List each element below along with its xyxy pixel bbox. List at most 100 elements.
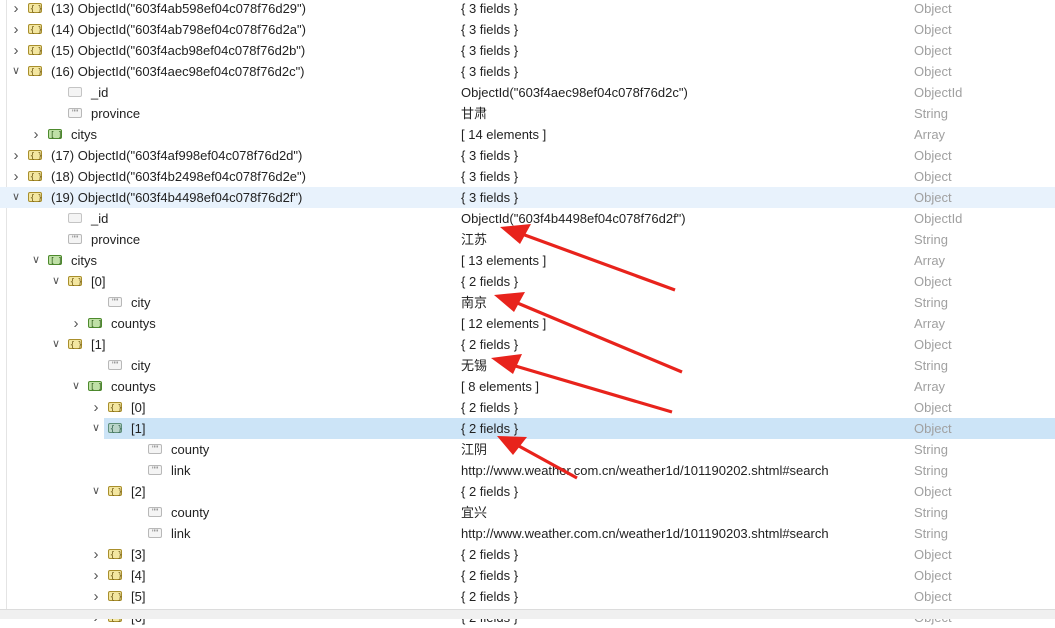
tree-row[interactable]: › (15) ObjectId("603f4acb98ef04c078f76d2b… (0, 40, 1055, 61)
tree-row[interactable]: city 无锡 String (0, 355, 1055, 376)
tree-row[interactable]: link http://www.weather.com.cn/weather1d/… (0, 523, 1055, 544)
tree-row[interactable]: link http://www.weather.com.cn/weather1d/… (0, 460, 1055, 481)
string-icon (148, 439, 162, 460)
tree-row[interactable]: ∨ (19) ObjectId("603f4b4498ef04c078f76d2f… (0, 187, 1055, 208)
field-key: (17) ObjectId("603f4af998ef04c078f76d2d"… (51, 148, 303, 163)
field-value: 南京 (461, 295, 488, 310)
chevron-right-icon[interactable]: › (10, 145, 22, 166)
chevron-down-icon[interactable]: ∨ (90, 481, 102, 502)
field-key: province (91, 232, 141, 247)
tree-row[interactable]: province 甘肃 String (0, 103, 1055, 124)
tree-row[interactable]: ∨ [1] { 2 fields } Object (0, 334, 1055, 355)
field-type: Object (914, 589, 952, 604)
chevron-right-icon[interactable]: › (10, 166, 22, 187)
field-value: [ 13 elements ] (461, 253, 547, 268)
field-type: String (914, 505, 948, 520)
chevron-right-icon[interactable]: › (10, 0, 22, 19)
tree-row[interactable]: county 宜兴 String (0, 502, 1055, 523)
tree-row[interactable]: › (17) ObjectId("603f4af998ef04c078f76d2d… (0, 145, 1055, 166)
tree-row[interactable]: ∨ countys [ 8 elements ] Array (0, 376, 1055, 397)
chevron-right-icon[interactable]: › (90, 397, 102, 418)
field-type: ObjectId (914, 211, 963, 226)
field-key: [4] (131, 568, 146, 583)
string-icon (148, 460, 162, 481)
field-value: [ 8 elements ] (461, 379, 540, 394)
chevron-right-icon[interactable]: › (10, 19, 22, 40)
chevron-down-icon[interactable]: ∨ (50, 271, 62, 292)
tree-row[interactable]: _id ObjectId("603f4b4498ef04c078f76d2f") O… (0, 208, 1055, 229)
field-key: [0] (131, 400, 146, 415)
tree-row[interactable]: › [4] { 2 fields } Object (0, 565, 1055, 586)
field-key: countys (111, 316, 156, 331)
horizontal-scrollbar[interactable] (0, 609, 1055, 619)
field-key: _id (91, 85, 109, 100)
field-value: [ 14 elements ] (461, 127, 547, 142)
field-value: 江阴 (461, 442, 488, 457)
field-value: { 3 fields } (461, 1, 519, 16)
array-icon (48, 124, 62, 145)
chevron-right-icon[interactable]: › (70, 313, 82, 334)
chevron-right-icon[interactable]: › (90, 565, 102, 586)
chevron-right-icon[interactable]: › (10, 40, 22, 61)
field-value: { 2 fields } (461, 547, 519, 562)
field-key: (16) ObjectId("603f4aec98ef04c078f76d2c"… (51, 64, 305, 79)
field-type: Object (914, 421, 952, 436)
field-type: Object (914, 568, 952, 583)
tree-row[interactable]: › countys [ 12 elements ] Array (0, 313, 1055, 334)
field-type: String (914, 526, 948, 541)
chevron-right-icon[interactable]: › (30, 124, 42, 145)
tree-row[interactable]: › (14) ObjectId("603f4ab798ef04c078f76d2a… (0, 19, 1055, 40)
tree-row[interactable]: › [5] { 2 fields } Object (0, 586, 1055, 607)
field-type: Object (914, 484, 952, 499)
tree-row[interactable]: city 南京 String (0, 292, 1055, 313)
tree-row[interactable]: ∨ [1] { 2 fields } Object (0, 418, 1055, 439)
field-key: city (131, 358, 151, 373)
field-key: [1] (91, 337, 106, 352)
tree-row[interactable]: county 江阴 String (0, 439, 1055, 460)
chevron-right-icon[interactable]: › (90, 586, 102, 607)
chevron-down-icon[interactable]: ∨ (30, 250, 42, 271)
tree-row[interactable]: ∨ [0] { 2 fields } Object (0, 271, 1055, 292)
tree-row[interactable]: ∨ [2] { 2 fields } Object (0, 481, 1055, 502)
field-key: (15) ObjectId("603f4acb98ef04c078f76d2b"… (51, 43, 306, 58)
tree-row[interactable]: › [0] { 2 fields } Object (0, 397, 1055, 418)
field-key: county (171, 442, 210, 457)
tree-row[interactable]: › citys [ 14 elements ] Array (0, 124, 1055, 145)
string-icon (108, 355, 122, 376)
field-type: Object (914, 337, 952, 352)
field-key: countys (111, 379, 156, 394)
chevron-down-icon[interactable]: ∨ (50, 334, 62, 355)
field-value: { 3 fields } (461, 64, 519, 79)
chevron-down-icon[interactable]: ∨ (10, 61, 22, 82)
object-icon (28, 187, 42, 208)
field-type: Array (914, 127, 946, 142)
field-value: 无锡 (461, 358, 488, 373)
field-type: Object (914, 190, 952, 205)
chevron-down-icon[interactable]: ∨ (10, 187, 22, 208)
field-type: Object (914, 274, 952, 289)
field-value: 甘肃 (461, 106, 488, 121)
field-value: { 2 fields } (461, 421, 519, 436)
tree-row[interactable]: ∨ citys [ 13 elements ] Array (0, 250, 1055, 271)
chevron-down-icon[interactable]: ∨ (70, 376, 82, 397)
string-icon (68, 103, 82, 124)
chevron-down-icon[interactable]: ∨ (90, 418, 102, 439)
tree-row[interactable]: province 江苏 String (0, 229, 1055, 250)
field-type: Object (914, 1, 952, 16)
field-type: Object (914, 169, 952, 184)
field-value: { 2 fields } (461, 337, 519, 352)
field-value: { 2 fields } (461, 568, 519, 583)
tree-row[interactable]: › (13) ObjectId("603f4ab598ef04c078f76d29… (0, 0, 1055, 19)
tree-row[interactable]: ∨ (16) ObjectId("603f4aec98ef04c078f76d2c… (0, 61, 1055, 82)
field-value: ObjectId("603f4b4498ef04c078f76d2f") (461, 211, 686, 226)
field-key: county (171, 505, 210, 520)
string-icon (108, 292, 122, 313)
field-value: { 3 fields } (461, 148, 519, 163)
tree-row[interactable]: › (18) ObjectId("603f4b2498ef04c078f76d2e… (0, 166, 1055, 187)
chevron-right-icon[interactable]: › (90, 544, 102, 565)
object-icon (108, 418, 122, 439)
field-type: String (914, 106, 948, 121)
field-type: Object (914, 22, 952, 37)
tree-row[interactable]: _id ObjectId("603f4aec98ef04c078f76d2c") O… (0, 82, 1055, 103)
tree-row[interactable]: › [3] { 2 fields } Object (0, 544, 1055, 565)
